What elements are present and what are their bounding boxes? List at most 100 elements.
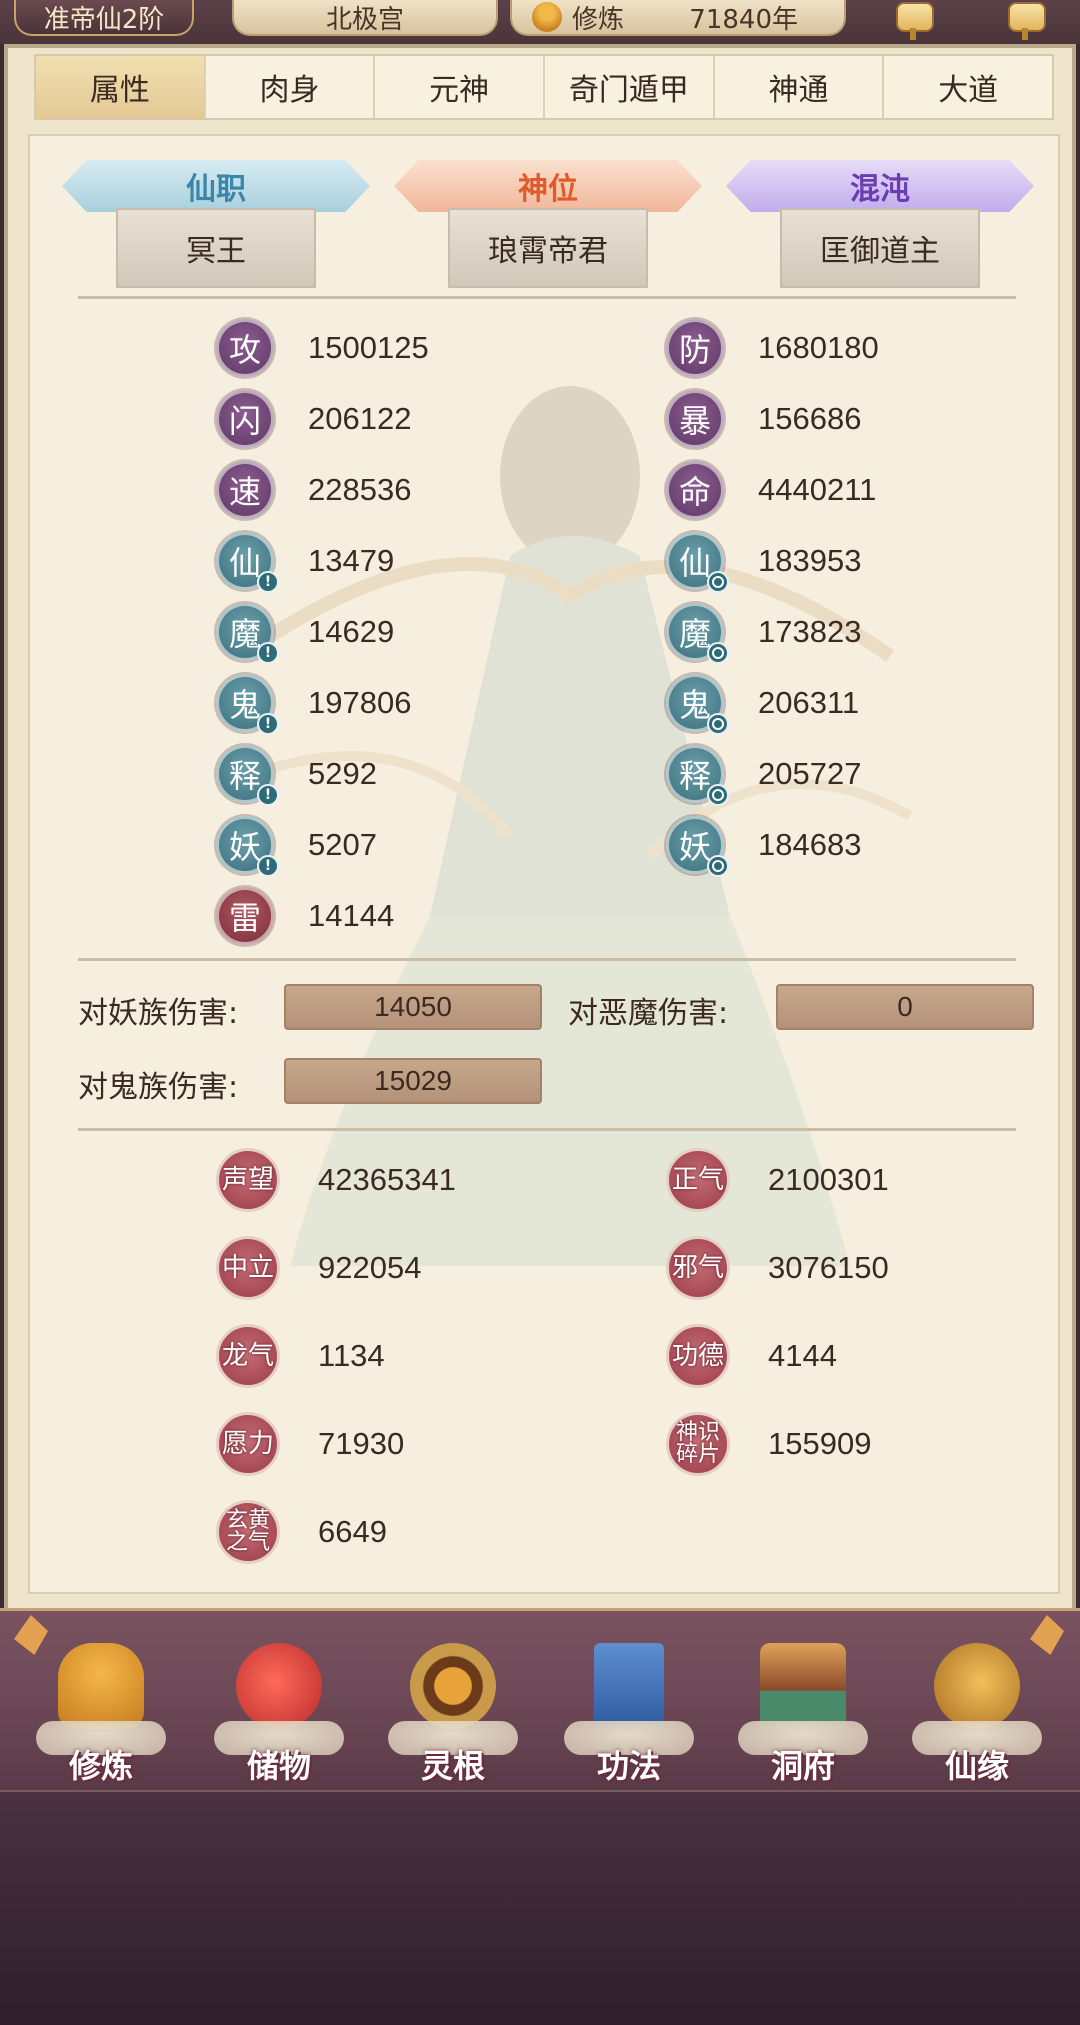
- attr-row-ghost-def[interactable]: 鬼 206311: [666, 667, 1058, 738]
- attr-row-attack[interactable]: 攻 1500125: [216, 312, 636, 383]
- hp-value: 4440211: [758, 471, 877, 507]
- demon-attack-icon: 魔!: [216, 602, 279, 664]
- rep-row-yuanli[interactable]: 愿力 71930: [216, 1412, 404, 1476]
- demon-race-damage-value: 14050: [284, 984, 542, 1030]
- lantern-icon[interactable]: [890, 0, 936, 40]
- buddha-defense-value: 205727: [758, 755, 862, 791]
- attr-row-buddha-def[interactable]: 释 205727: [666, 738, 1058, 809]
- buddha-defense-icon: 释: [666, 744, 729, 806]
- nav-label: 仙缘: [944, 1747, 1009, 1785]
- evil-value: 3076150: [768, 1250, 889, 1285]
- nav-immortal-fate-button[interactable]: 仙缘: [912, 1643, 1042, 1785]
- attribute-panel: 属性 肉身 元神 奇门遁甲 神通 大道 仙职 冥王 神位 琅霄帝君 混沌 匡御道…: [4, 44, 1076, 1612]
- rep-row-zhengqi[interactable]: 正气 2100301: [666, 1148, 889, 1212]
- wish-power-icon: 愿力: [216, 1412, 280, 1476]
- righteous-icon: 正气: [666, 1148, 730, 1212]
- attr-row-immortal-def[interactable]: 仙 183953: [666, 525, 1058, 596]
- xianzhi-banner: 仙职: [62, 160, 370, 212]
- speed-value: 228536: [308, 471, 412, 507]
- xianzhi-value: 冥王: [116, 208, 316, 288]
- attr-row-immortal-atk[interactable]: 仙! 13479: [216, 525, 636, 596]
- attr-row-buddha-atk[interactable]: 释! 5292: [216, 738, 636, 809]
- attr-row-defense[interactable]: 防 1680180: [666, 312, 1058, 383]
- tab-bar: 属性 肉身 元神 奇门遁甲 神通 大道: [34, 54, 1054, 120]
- nav-label: 修炼: [68, 1747, 133, 1785]
- title-card-xianzhi[interactable]: 仙职 冥王: [62, 160, 370, 290]
- rep-row-xieqi[interactable]: 邪气 3076150: [666, 1236, 889, 1300]
- title-card-hundun[interactable]: 混沌 匡御道主: [726, 160, 1034, 290]
- cultivation-value: 71840年: [689, 4, 798, 35]
- attr-row-thunder[interactable]: 雷 14144: [216, 880, 636, 951]
- attr-row-dodge[interactable]: 闪 206122: [216, 383, 636, 454]
- tab-attributes[interactable]: 属性: [36, 56, 206, 118]
- tab-shentong[interactable]: 神通: [715, 56, 885, 118]
- rep-row-longqi[interactable]: 龙气 1134: [216, 1324, 385, 1388]
- nav-spirit-root-button[interactable]: 灵根: [388, 1643, 518, 1785]
- shenwei-banner: 神位: [394, 160, 702, 212]
- ghost-defense-icon: 鬼: [666, 673, 729, 735]
- scripture-book-icon: [594, 1643, 664, 1729]
- xuanhuang-qi-icon: 玄黄之气: [216, 1500, 280, 1564]
- tab-body[interactable]: 肉身: [206, 56, 376, 118]
- treasure-bag-icon: [236, 1643, 322, 1729]
- nav-cultivate-button[interactable]: 修炼: [36, 1643, 166, 1785]
- cultivation-pill[interactable]: 修炼 71840年: [510, 0, 846, 36]
- demon-defense-icon: 魔: [666, 602, 729, 664]
- gourd-yinyang-icon: [934, 1643, 1020, 1729]
- attr-row-crit[interactable]: 暴 156686: [666, 383, 1058, 454]
- attr-row-ghost-atk[interactable]: 鬼! 197806: [216, 667, 636, 738]
- rep-row-shengwang[interactable]: 声望 42365341: [216, 1148, 456, 1212]
- dragon-qi-value: 1134: [318, 1338, 385, 1373]
- badge-char: 仙: [678, 543, 711, 582]
- section-divider: [78, 1128, 1016, 1131]
- rep-row-xuanhuang[interactable]: 玄黄之气 6649: [216, 1500, 387, 1564]
- attack-marker-icon: !: [257, 712, 279, 735]
- rep-row-zhongli[interactable]: 中立 922054: [216, 1236, 421, 1300]
- rank-badge[interactable]: 准帝仙2阶: [14, 0, 194, 36]
- merit-icon: 功德: [666, 1324, 730, 1388]
- rep-row-gongde[interactable]: 功德 4144: [666, 1324, 837, 1388]
- badge-char: 释: [678, 756, 711, 795]
- nav-technique-button[interactable]: 功法: [564, 1643, 694, 1785]
- cultivation-label: 修炼: [572, 4, 625, 35]
- top-status-bar: 准帝仙2阶 北极宫 修炼 71840年: [0, 0, 1080, 44]
- title-card-shenwei[interactable]: 神位 琅霄帝君: [394, 160, 702, 290]
- demon-attack-value: 14629: [308, 613, 395, 649]
- lantern-icon[interactable]: [1002, 0, 1048, 40]
- immortal-attack-value: 13479: [308, 542, 395, 578]
- demon-defense-value: 173823: [758, 613, 862, 649]
- nav-label: 功法: [596, 1747, 661, 1785]
- monster-defense-icon: 妖: [666, 815, 729, 877]
- meditating-monk-icon: [58, 1643, 144, 1729]
- attr-row-demon-atk[interactable]: 魔! 14629: [216, 596, 636, 667]
- buddha-attack-value: 5292: [308, 755, 377, 791]
- badge-char: 妖: [228, 827, 261, 866]
- nav-label: 洞府: [770, 1747, 835, 1785]
- nav-cave-dwelling-button[interactable]: 洞府: [738, 1643, 868, 1785]
- ghost-attack-value: 197806: [308, 684, 412, 720]
- palace-pill[interactable]: 北极宫: [232, 0, 498, 36]
- tab-qimen[interactable]: 奇门遁甲: [545, 56, 715, 118]
- attr-row-hp[interactable]: 命 4440211: [666, 454, 1058, 525]
- badge-char: 仙: [228, 543, 261, 582]
- immortal-defense-icon: 仙: [666, 531, 729, 593]
- tab-dadao[interactable]: 大道: [884, 56, 1052, 118]
- attack-marker-icon: !: [257, 641, 279, 664]
- rep-row-shenshi[interactable]: 神识碎片 155909: [666, 1412, 871, 1476]
- neutral-value: 922054: [318, 1250, 422, 1285]
- crit-value: 156686: [758, 400, 862, 436]
- thunder-icon: 雷: [216, 886, 274, 945]
- nav-storage-button[interactable]: 储物: [214, 1643, 344, 1785]
- defense-marker-icon: [707, 712, 729, 735]
- attr-row-speed[interactable]: 速 228536: [216, 454, 636, 525]
- attr-row-monster-def[interactable]: 妖 184683: [666, 809, 1058, 880]
- badge-char: 鬼: [228, 685, 261, 724]
- attr-row-monster-atk[interactable]: 妖! 5207: [216, 809, 636, 880]
- wish-power-value: 71930: [318, 1426, 405, 1461]
- tab-spirit[interactable]: 元神: [375, 56, 546, 118]
- defense-value: 1680180: [758, 329, 879, 365]
- attr-row-demon-def[interactable]: 魔 173823: [666, 596, 1058, 667]
- attribute-column-left: 攻 1500125 闪 206122 速 228536 仙! 13479 魔! …: [216, 312, 636, 951]
- nav-label: 储物: [246, 1747, 311, 1785]
- reputation-icon: 声望: [216, 1148, 280, 1212]
